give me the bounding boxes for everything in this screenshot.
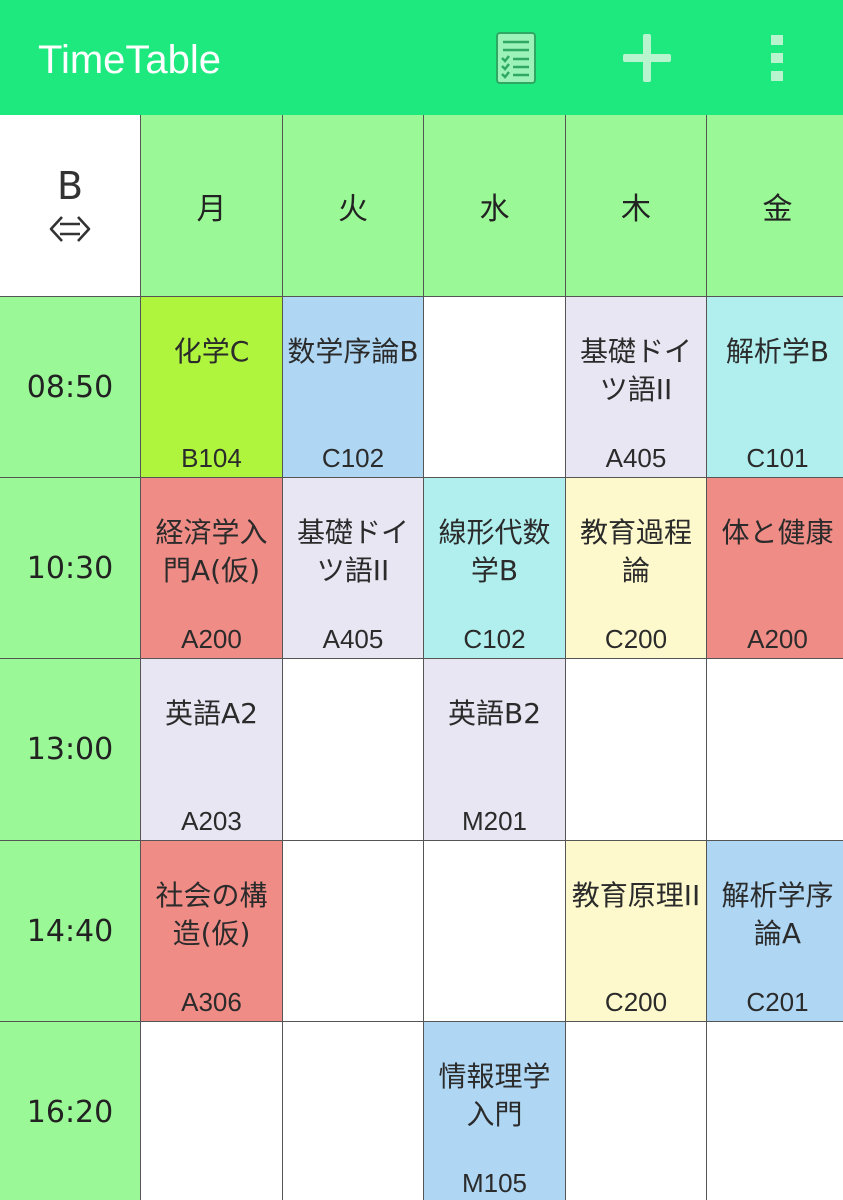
course-cell[interactable]: 解析学B C101 xyxy=(707,297,843,477)
empty-slot[interactable] xyxy=(566,659,706,840)
course-room: C200 xyxy=(604,987,668,1017)
period-time: 10:30 xyxy=(0,478,140,658)
course-cell[interactable]: 化学C B104 xyxy=(141,297,282,477)
empty-slot[interactable] xyxy=(707,659,843,840)
course-name: 体と健康 xyxy=(721,516,834,549)
course-name: 英語B2 xyxy=(447,697,542,730)
course-room: C201 xyxy=(746,987,809,1017)
course-name: 経済学入門A(仮) xyxy=(155,516,268,587)
course-name: 化学C xyxy=(173,335,250,368)
course-room: A200 xyxy=(181,624,242,654)
course-name: 基礎ドイツ語II xyxy=(296,516,409,587)
course-room: C200 xyxy=(604,624,668,654)
course-name: 解析学B xyxy=(725,335,830,368)
course-cell[interactable]: 情報理学入門 M105 xyxy=(424,1022,565,1200)
course-room: M201 xyxy=(461,806,528,836)
course-cell[interactable]: 数学序論B C102 xyxy=(283,297,423,477)
swap-icon xyxy=(48,214,92,248)
period-time: 14:40 xyxy=(0,841,140,1021)
plus-icon xyxy=(623,34,671,82)
course-room: A306 xyxy=(181,987,242,1017)
period-time: 13:00 xyxy=(0,659,140,840)
empty-slot[interactable] xyxy=(424,841,565,1021)
course-cell[interactable]: 教育過程論 C200 xyxy=(566,478,706,658)
course-name: 解析学序論A xyxy=(721,879,834,950)
course-cell[interactable]: 基礎ドイツ語II A405 xyxy=(566,297,706,477)
day-header: 金 xyxy=(707,115,843,296)
course-room: A200 xyxy=(747,624,808,654)
more-options-button[interactable] xyxy=(752,28,802,88)
course-cell[interactable]: 経済学入門A(仮) A200 xyxy=(141,478,282,658)
course-cell[interactable]: 英語B2 M201 xyxy=(424,659,565,840)
course-name: 線形代数学B xyxy=(438,516,551,587)
course-name: 社会の構造(仮) xyxy=(155,879,268,950)
course-room: A405 xyxy=(322,624,384,654)
course-room: C101 xyxy=(746,443,809,473)
course-room: A405 xyxy=(605,443,667,473)
day-header: 火 xyxy=(283,115,423,296)
app-title: TimeTable xyxy=(38,38,222,82)
course-name: 教育過程論 xyxy=(579,516,692,587)
checklist-button[interactable] xyxy=(486,28,546,88)
empty-slot[interactable] xyxy=(566,1022,706,1200)
day-header: 月 xyxy=(141,115,282,296)
course-room: A203 xyxy=(181,806,242,836)
week-label: B xyxy=(56,163,84,208)
empty-slot[interactable] xyxy=(283,841,423,1021)
course-cell[interactable]: 基礎ドイツ語II A405 xyxy=(283,478,423,658)
add-button[interactable] xyxy=(612,28,682,88)
empty-slot[interactable] xyxy=(707,1022,843,1200)
timetable-grid: B 月火水木金 08:50 化学C B104 数学序論B C102 基礎ドイツ語II A405… xyxy=(0,115,843,1200)
checklist-icon xyxy=(496,32,536,84)
course-cell[interactable]: 体と健康 A200 xyxy=(707,478,843,658)
day-header: 水 xyxy=(424,115,565,296)
course-name: 基礎ドイツ語II xyxy=(579,335,692,406)
course-room: C102 xyxy=(321,443,385,473)
course-room: M105 xyxy=(461,1168,528,1198)
more-vert-icon xyxy=(771,35,783,81)
course-name: 英語A2 xyxy=(165,697,258,730)
week-toggle[interactable]: B xyxy=(0,115,140,296)
day-header: 木 xyxy=(566,115,706,296)
app-bar: TimeTable xyxy=(0,0,843,115)
period-time: 08:50 xyxy=(0,297,140,477)
empty-slot[interactable] xyxy=(283,1022,423,1200)
course-room: B104 xyxy=(181,443,242,473)
course-cell[interactable]: 線形代数学B C102 xyxy=(424,478,565,658)
course-name: 教育原理II xyxy=(571,879,701,912)
course-room: C102 xyxy=(463,624,526,654)
course-cell[interactable]: 英語A2 A203 xyxy=(141,659,282,840)
course-name: 情報理学入門 xyxy=(438,1060,551,1131)
course-name: 数学序論B xyxy=(287,335,419,368)
empty-slot[interactable] xyxy=(283,659,423,840)
course-cell[interactable]: 教育原理II C200 xyxy=(566,841,706,1021)
empty-slot[interactable] xyxy=(424,297,565,477)
empty-slot[interactable] xyxy=(141,1022,282,1200)
period-time: 16:20 xyxy=(0,1022,140,1200)
course-cell[interactable]: 社会の構造(仮) A306 xyxy=(141,841,282,1021)
course-cell[interactable]: 解析学序論A C201 xyxy=(707,841,843,1021)
